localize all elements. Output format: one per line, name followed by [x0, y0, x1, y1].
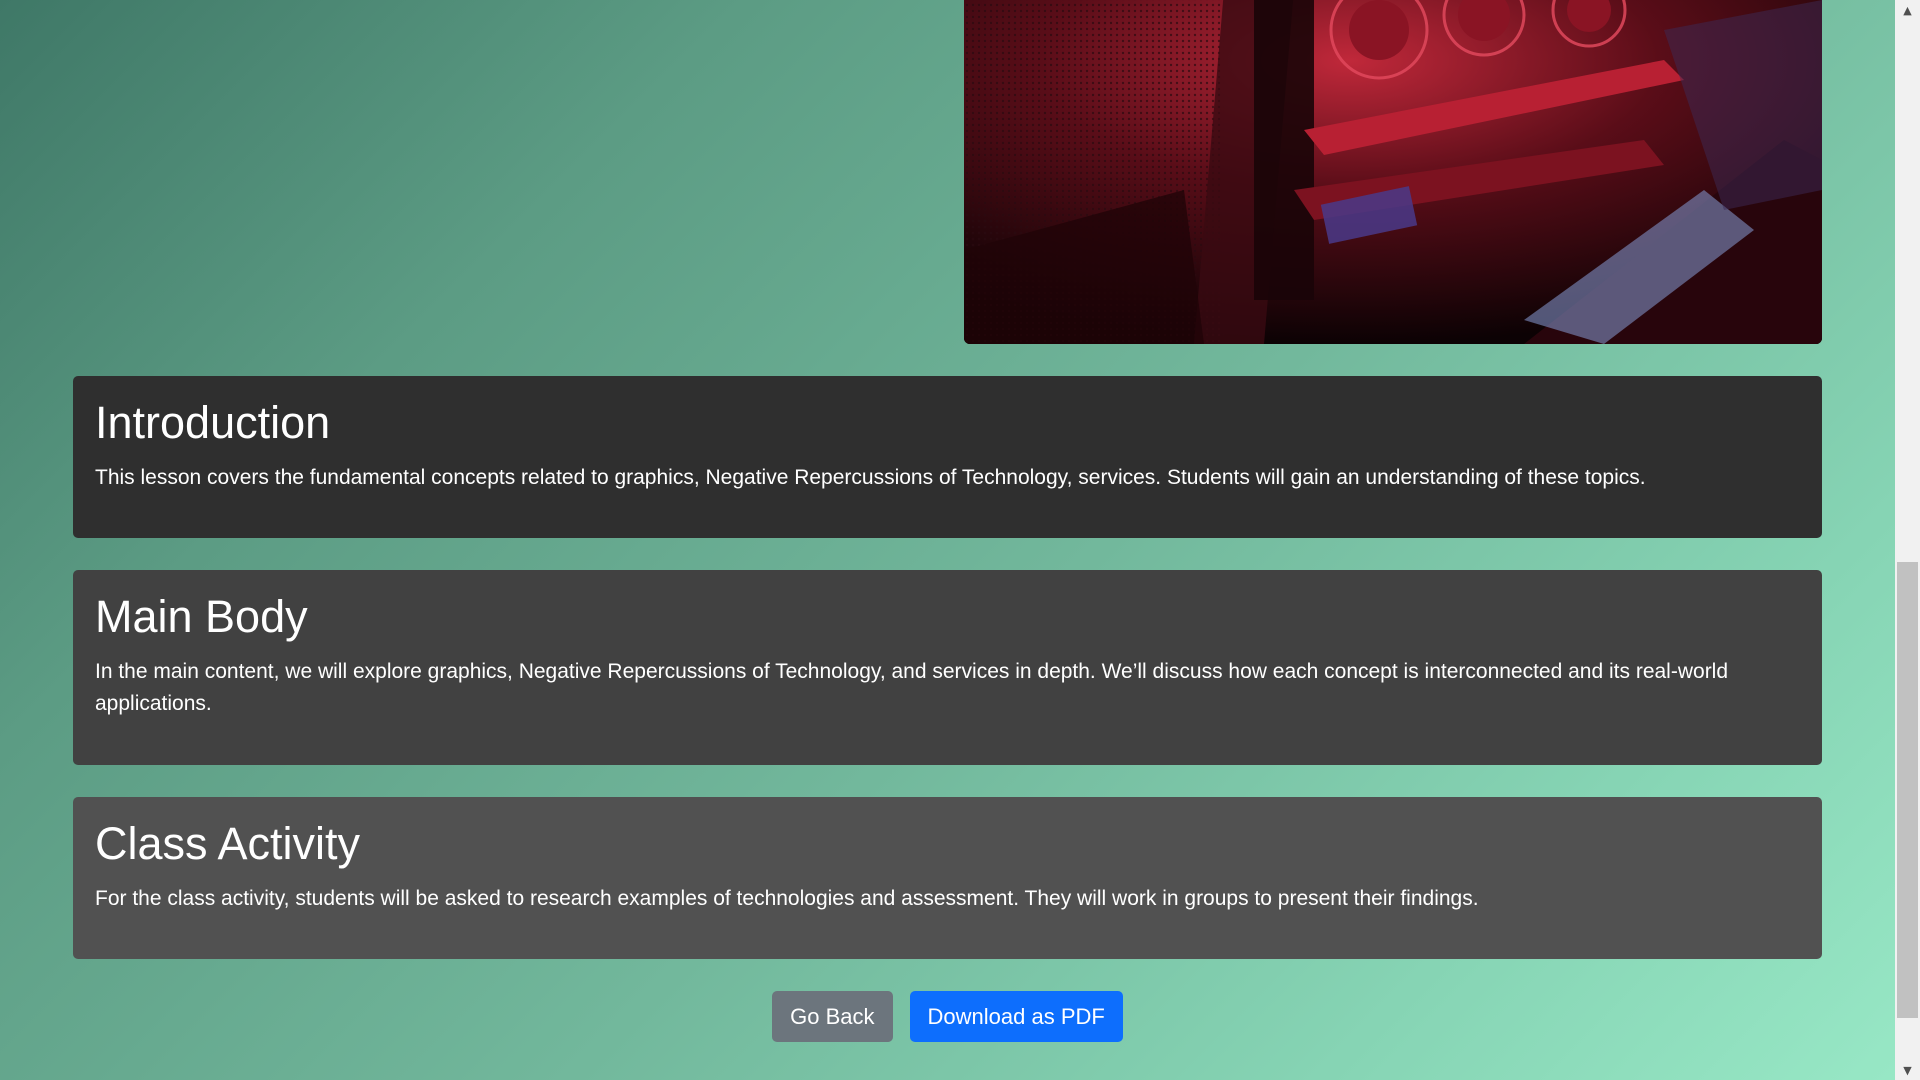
- scrollbar-thumb[interactable]: [1897, 562, 1918, 1018]
- scroll-up-arrow-icon[interactable]: ▲: [1895, 0, 1920, 20]
- main-body-card: Main Body In the main content, we will e…: [73, 570, 1822, 765]
- vertical-scrollbar[interactable]: ▲ ▼: [1895, 0, 1920, 1080]
- class-activity-title: Class Activity: [95, 818, 361, 869]
- introduction-text: This lesson covers the fundamental conce…: [95, 465, 1646, 489]
- download-pdf-button[interactable]: Download as PDF: [909, 991, 1123, 1042]
- class-activity-text: For the class activity, students will be…: [95, 886, 1479, 910]
- introduction-title: Introduction: [95, 397, 331, 448]
- go-back-button[interactable]: Go Back: [772, 991, 893, 1042]
- lesson-hero-image: [964, 0, 1822, 344]
- page-viewport: Introduction This lesson covers the fund…: [0, 0, 1895, 1080]
- class-activity-card: Class Activity For the class activity, s…: [73, 797, 1822, 959]
- introduction-card: Introduction This lesson covers the fund…: [73, 376, 1822, 538]
- scroll-down-arrow-icon[interactable]: ▼: [1895, 1060, 1920, 1080]
- main-body-title: Main Body: [95, 591, 308, 642]
- graphics-card-photo-icon: [964, 0, 1822, 344]
- main-body-text: In the main content, we will explore gra…: [95, 659, 1729, 715]
- action-buttons: Go Back Download as PDF: [0, 991, 1895, 1042]
